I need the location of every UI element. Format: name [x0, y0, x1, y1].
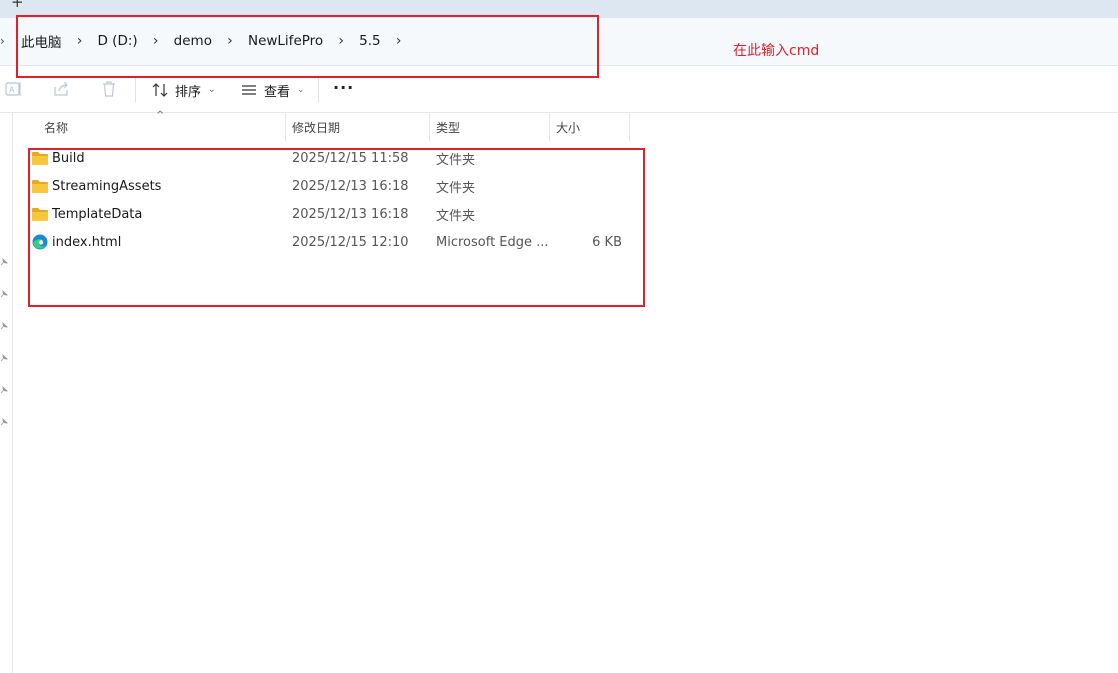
column-header-type[interactable]: 类型: [436, 113, 548, 141]
chevron-down-icon: ⌄: [297, 85, 305, 95]
pin-icon[interactable]: [0, 418, 8, 426]
annotation-text: 在此输入cmd: [733, 43, 820, 59]
pin-icon[interactable]: [0, 258, 8, 266]
column-divider[interactable]: [285, 113, 286, 141]
view-button[interactable]: 查看 ⌄: [240, 79, 305, 101]
view-icon: [242, 85, 256, 95]
sort-icon: [152, 83, 168, 97]
column-header-row: ^ 名称 修改日期 类型 大小: [0, 110, 1118, 141]
column-divider[interactable]: [549, 113, 550, 141]
rename-icon[interactable]: A: [4, 79, 24, 99]
svg-text:A: A: [9, 86, 15, 95]
share-icon[interactable]: [51, 79, 71, 99]
pin-icon[interactable]: [0, 322, 8, 330]
sort-button[interactable]: 排序 ⌄: [151, 79, 216, 101]
toolbar-divider: [135, 78, 136, 102]
pin-icon[interactable]: [0, 290, 8, 298]
column-divider[interactable]: [429, 113, 430, 141]
view-label: 查看: [264, 84, 291, 100]
column-header-size[interactable]: 大小: [556, 113, 628, 141]
more-options-button[interactable]: ···: [333, 78, 354, 97]
column-header-name[interactable]: 名称: [44, 113, 284, 141]
command-bar: A 排序 ⌄ 查看 ⌄ ···: [0, 67, 1118, 113]
pin-icon[interactable]: [0, 386, 8, 394]
delete-icon[interactable]: [99, 79, 119, 99]
annotation-box-files: [28, 148, 645, 307]
chevron-down-icon: ⌄: [208, 85, 216, 95]
pin-icon[interactable]: [0, 354, 8, 362]
toolbar-divider: [318, 78, 319, 102]
navigation-pane-edge[interactable]: [12, 113, 13, 673]
column-header-date[interactable]: 修改日期: [292, 113, 428, 141]
chevron-right-icon[interactable]: ›: [0, 34, 8, 48]
sort-label: 排序: [175, 84, 202, 100]
column-divider[interactable]: [629, 113, 630, 141]
new-tab-button[interactable]: +: [11, 0, 24, 10]
